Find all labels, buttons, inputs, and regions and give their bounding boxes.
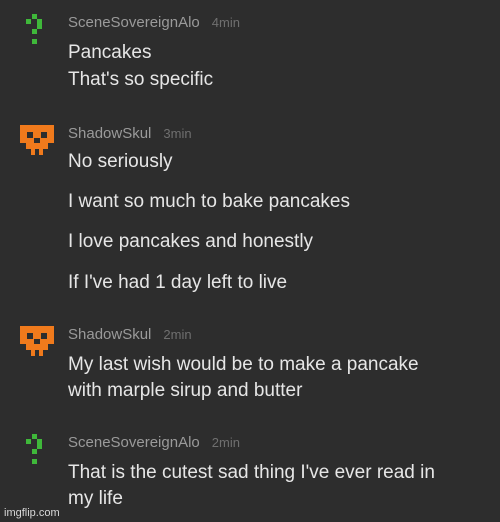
message-text: Pancakes — [68, 42, 152, 63]
timestamp: 2min — [163, 327, 192, 342]
message-header: SceneSovereignAlo 4min — [68, 14, 240, 32]
username[interactable]: ShadowSkul — [68, 125, 151, 142]
username[interactable]: ShadowSkul — [68, 326, 151, 343]
watermark: imgflip.com — [4, 507, 60, 519]
timestamp: 3min — [163, 126, 192, 141]
message-header: SceneSovereignAlo 2min — [68, 434, 240, 452]
green-question-mark-icon[interactable] — [24, 14, 44, 46]
timestamp: 4min — [211, 15, 240, 30]
message-text: That's so specific — [68, 69, 214, 90]
message-text: I love pancakes and honestly — [68, 231, 314, 252]
orange-skull-icon[interactable] — [20, 125, 54, 157]
username[interactable]: SceneSovereignAlo — [68, 434, 200, 451]
message-text: No seriously — [68, 151, 173, 172]
message-header: ShadowSkul 3min — [68, 125, 192, 143]
green-question-mark-icon[interactable] — [24, 434, 44, 466]
username[interactable]: SceneSovereignAlo — [68, 14, 200, 31]
timestamp: 2min — [211, 435, 240, 450]
message-text: That is the cutest sad thing I've ever r… — [68, 462, 435, 483]
orange-skull-icon[interactable] — [20, 326, 54, 358]
message-text: If I've had 1 day left to live — [68, 272, 288, 293]
message-text: my life — [68, 488, 123, 509]
message-header: ShadowSkul 2min — [68, 326, 192, 344]
message-text: with marple sirup and butter — [68, 380, 303, 401]
message-text: My last wish would be to make a pancake — [68, 354, 419, 375]
message-text: I want so much to bake pancakes — [68, 191, 350, 212]
